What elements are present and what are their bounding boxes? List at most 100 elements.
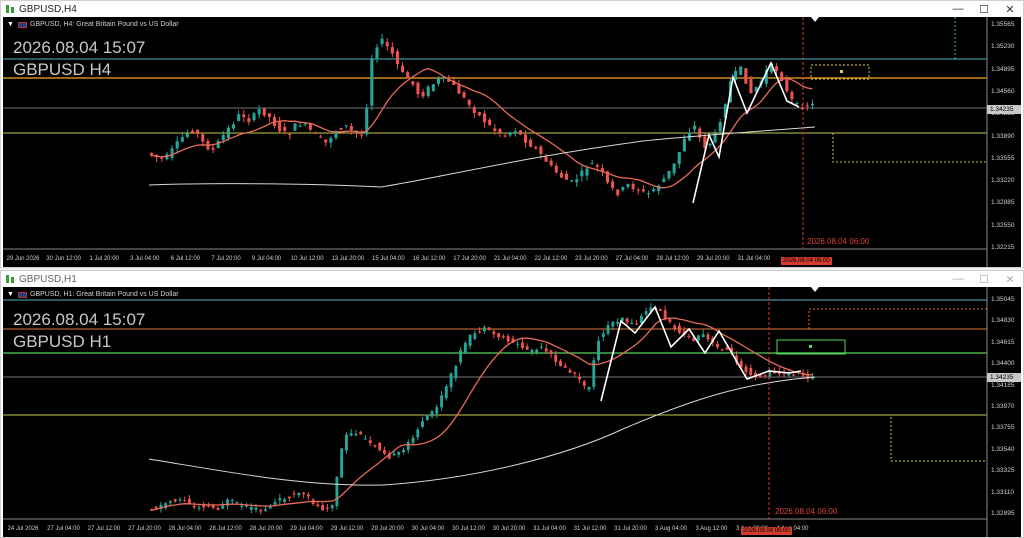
chart-window-h1[interactable]: GBPUSD,H1 — ☐ ✕ ▼ GBPUSD, H1: Great Brit… <box>0 270 1024 538</box>
zone-box-olive <box>890 414 988 462</box>
candle-body <box>207 505 210 507</box>
minimize-button[interactable]: — <box>945 1 971 17</box>
minimize-button[interactable]: — <box>945 271 971 287</box>
candle-body <box>508 132 512 136</box>
candle-body <box>625 318 629 323</box>
zone-box-orange <box>808 308 988 330</box>
maximize-button[interactable]: ☐ <box>971 1 997 17</box>
candle-body <box>595 165 599 167</box>
candle-body <box>421 91 425 97</box>
time-axis-label: 30 Jun 12:00 <box>46 256 81 262</box>
candle-body <box>810 103 814 106</box>
price-axis-label: 1.32215 <box>991 244 1015 251</box>
current-price-label: 1.34235 <box>987 373 1021 382</box>
candle-body <box>530 349 534 353</box>
time-axis-label: 28 Jul 12:00 <box>656 256 689 262</box>
chart-window-h4[interactable]: GBPUSD,H4 — ☐ ✕ ▼ GBPUSD, H4: Great Brit… <box>0 0 1024 268</box>
candle-body <box>287 496 291 499</box>
price-axis-label: 1.33555 <box>991 154 1015 162</box>
time-axis-label: 24 Jul 2026 <box>7 526 39 532</box>
symbol-description: GBPUSD, H1: Great Britain Pound vs US Do… <box>30 291 179 298</box>
dropdown-arrow-icon[interactable]: ▼ <box>7 291 15 298</box>
price-axis-label: 1.33325 <box>991 467 1015 475</box>
candle-body <box>175 141 179 149</box>
candle-body <box>431 84 435 91</box>
candle-body <box>349 433 353 436</box>
candle-body <box>487 327 491 330</box>
maximize-button[interactable]: ☐ <box>971 271 997 287</box>
time-axis-label: 27 Jul 20:00 <box>128 526 161 532</box>
zone-center-dot <box>840 70 843 73</box>
candle-body <box>378 442 382 451</box>
candle-body <box>636 189 640 191</box>
chart-canvas[interactable] <box>3 17 1021 267</box>
candle-body <box>621 187 625 191</box>
window-title: GBPUSD,H1 <box>19 273 77 285</box>
candle-body <box>273 502 277 505</box>
price-axis-label: 1.35230 <box>991 43 1015 51</box>
candle-body <box>196 129 200 134</box>
chart-plot-area[interactable]: ▼ GBPUSD, H4: Great Britain Pound vs US … <box>3 17 1021 267</box>
flag-icon <box>18 21 27 28</box>
time-axis-label: 15 Jul 04:00 <box>372 256 405 262</box>
candle-body <box>658 308 662 311</box>
candle-body <box>805 105 809 107</box>
price-axis-label: 1.34895 <box>991 65 1015 73</box>
time-axis-label: 16 Jul 12:00 <box>412 256 446 262</box>
candle-body <box>630 322 634 324</box>
price-axis-label: 1.35565 <box>991 21 1015 28</box>
candle-body <box>308 123 312 130</box>
close-button[interactable]: ✕ <box>997 1 1023 17</box>
candle-body <box>335 476 339 507</box>
candle-body <box>534 146 538 149</box>
candle-body <box>288 133 292 135</box>
price-axis-label: 1.32550 <box>991 221 1015 229</box>
time-axis-label: 31 Jul 04:00 <box>533 526 566 532</box>
candle-body <box>739 66 743 75</box>
candle-body <box>535 349 539 353</box>
candle-body <box>430 411 434 417</box>
candle-body <box>373 445 377 447</box>
candle-body <box>790 91 794 100</box>
candle-body <box>395 51 400 64</box>
candle-body <box>436 78 440 84</box>
candle-body <box>483 113 487 123</box>
title-bar[interactable]: GBPUSD,H1 — ☐ ✕ <box>1 271 1023 287</box>
candle-body <box>278 121 282 132</box>
candle-body <box>701 334 705 338</box>
candle-body <box>467 100 471 105</box>
title-bar[interactable]: GBPUSD,H4 — ☐ ✕ <box>1 1 1023 17</box>
candle-body <box>390 47 394 54</box>
candle-body <box>330 505 334 509</box>
time-axis-label: 1 Jul 20:00 <box>89 256 119 262</box>
time-axis-label: 28 Jul 04:00 <box>168 526 202 532</box>
time-axis-label: 22 Jul 12:00 <box>534 256 568 262</box>
time-axis-label: 17 Jul 20:00 <box>453 256 486 262</box>
candle-body <box>559 172 563 178</box>
candle-body <box>283 126 287 131</box>
candle-body <box>325 507 329 509</box>
candle-body <box>682 138 686 152</box>
time-axis-label: 6 Jul 12:00 <box>170 256 201 262</box>
candle-body <box>306 494 310 497</box>
chart-canvas[interactable] <box>3 287 1021 537</box>
price-axis-label: 1.33110 <box>991 488 1015 496</box>
candle-body <box>708 143 712 146</box>
time-axis-label: 31 Jul 20:00 <box>614 526 647 532</box>
candle-body <box>575 179 579 183</box>
dropdown-arrow-icon[interactable]: ▼ <box>7 21 15 28</box>
candle-body <box>426 86 430 96</box>
close-button[interactable]: ✕ <box>997 271 1023 287</box>
time-axis-label: 3 Jul 04:00 <box>130 256 160 262</box>
candle-body <box>585 168 589 176</box>
candle-body <box>259 510 263 512</box>
price-axis-label: 1.35045 <box>991 296 1015 303</box>
candle-body <box>298 126 302 128</box>
price-axis-label: 1.34185 <box>991 381 1015 389</box>
chart-plot-area[interactable]: ▼ GBPUSD, H1: Great Britain Pound vs US … <box>3 287 1021 537</box>
time-axis-label: 7 Jul 20:00 <box>211 256 241 262</box>
time-axis-label: 29 Jun 2026 <box>6 256 40 262</box>
candle-body <box>444 386 448 398</box>
time-axis-label: 27 Jul 04:00 <box>615 256 649 262</box>
candle-body <box>292 493 296 495</box>
